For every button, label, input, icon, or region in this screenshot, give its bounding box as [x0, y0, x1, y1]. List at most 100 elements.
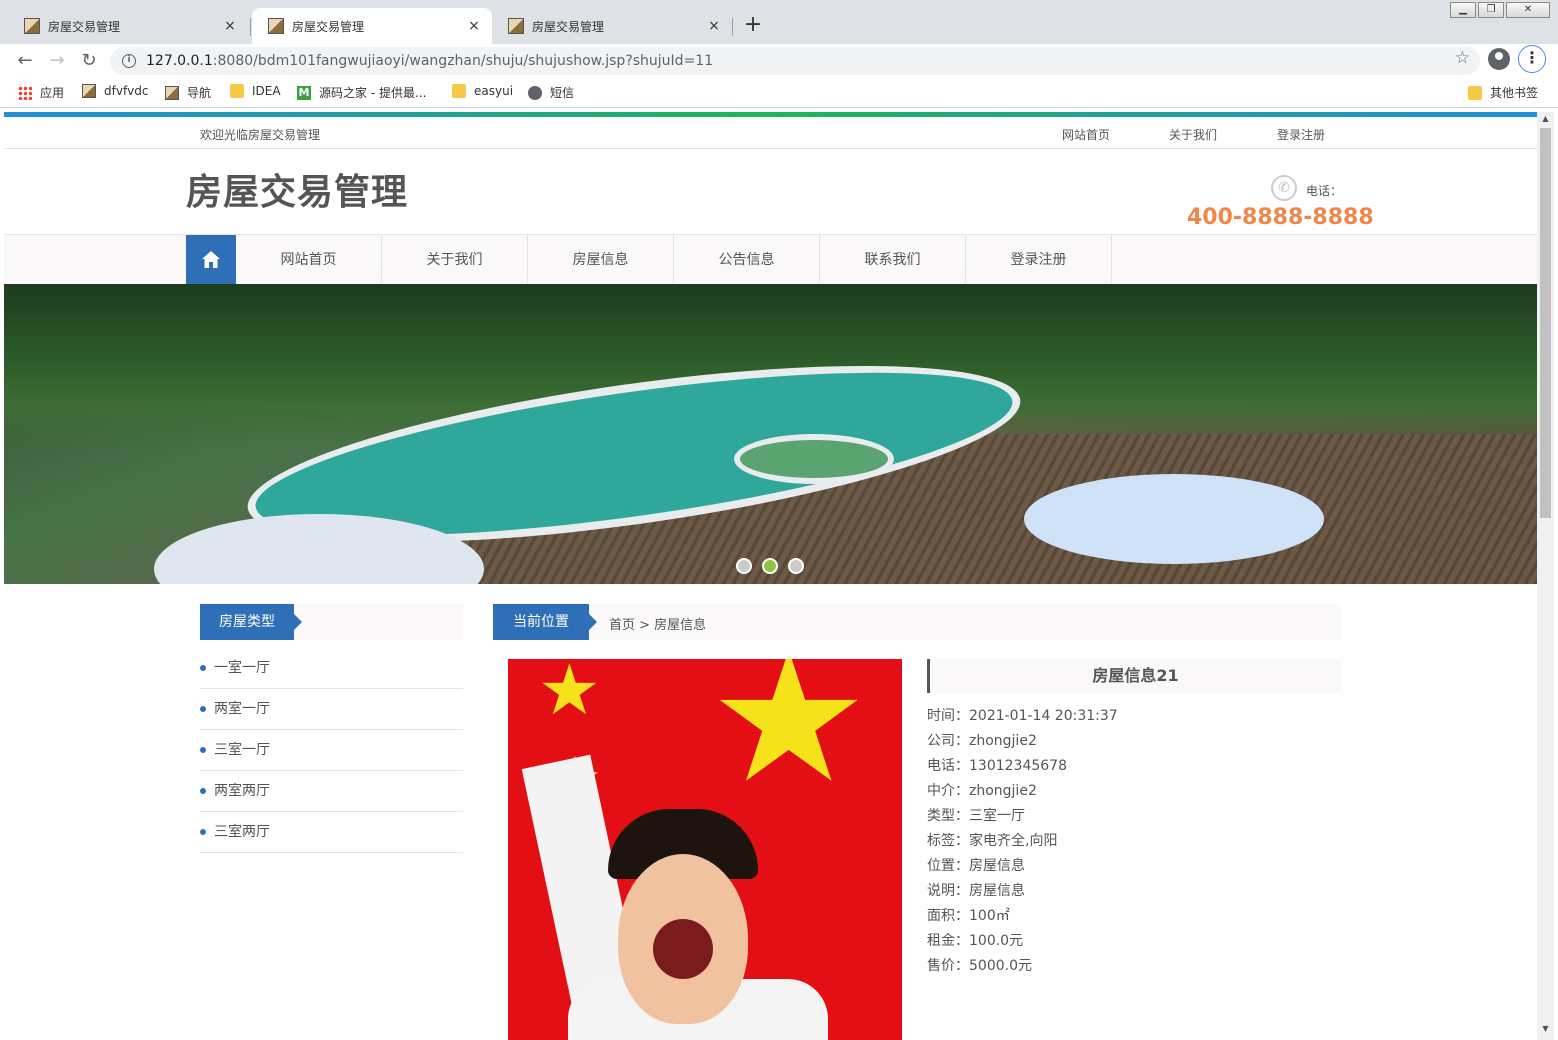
close-icon[interactable]: × — [222, 18, 238, 34]
carousel-dot-active[interactable] — [762, 558, 778, 574]
page-favicon-icon — [82, 84, 96, 98]
browser-menu-icon[interactable]: ⋮ — [1518, 45, 1546, 73]
phone-icon: ✆ — [1271, 175, 1297, 201]
close-icon[interactable]: × — [706, 18, 722, 34]
breadcrumb: 当前位置 首页 > 房屋信息 — [493, 604, 1341, 640]
sidebar-header: 房屋类型 — [200, 604, 463, 640]
hero-banner-image — [4, 284, 1537, 584]
nav-item-houses[interactable]: 房屋信息 — [528, 235, 674, 285]
detail-agent: 中介：zhongjie2 — [927, 783, 1037, 799]
url-input[interactable]: i 127.0.0.1:8080/bdm101fangwujiaoyi/wang… — [110, 47, 1480, 75]
tab-title: 房屋交易管理 — [48, 19, 121, 34]
house-type-list: 一室一厅 两室一厅 三室一厅 两室两厅 三室两厅 — [200, 648, 463, 853]
globe-icon — [528, 85, 542, 100]
detail-rent: 租金：100.0元 — [927, 933, 1024, 949]
account-avatar-icon[interactable] — [1488, 48, 1510, 70]
close-icon[interactable]: × — [466, 18, 482, 34]
window-controls: ▁ ❐ ✕ — [1448, 2, 1550, 18]
nav-item-login[interactable]: 登录注册 — [966, 235, 1112, 285]
carousel-dot[interactable] — [788, 558, 804, 574]
breadcrumb-path[interactable]: 首页 > 房屋信息 — [609, 614, 706, 633]
bookmark-label: dfvfvdc — [104, 84, 149, 98]
page-favicon-icon — [508, 18, 524, 34]
reload-icon[interactable]: ↻ — [78, 50, 100, 72]
toplink-home[interactable]: 网站首页 — [1062, 126, 1110, 143]
sidebar-item[interactable]: 两室两厅 — [200, 771, 463, 812]
maximize-button[interactable]: ❐ — [1478, 2, 1504, 18]
main-nav: 网站首页 关于我们 房屋信息 公告信息 联系我们 登录注册 — [4, 234, 1537, 285]
browser-tab[interactable]: 房屋交易管理 × — [8, 8, 248, 44]
bookmark-label: 源码之家 - 提供最... — [319, 86, 427, 100]
folder-icon — [452, 84, 466, 98]
welcome-text: 欢迎光临房屋交易管理 — [200, 128, 321, 142]
minimize-button[interactable]: ▁ — [1450, 2, 1476, 18]
sidebar-item[interactable]: 两室一厅 — [200, 689, 463, 730]
bookmarks-bar: 应用 dfvfvdc 导航 IDEA M 源码之家 - 提供最... easyui… — [0, 78, 1558, 108]
apps-grid-icon — [18, 85, 32, 100]
tab-title: 房屋交易管理 — [532, 19, 605, 34]
page-favicon-icon — [165, 85, 179, 100]
site-info-icon[interactable]: i — [122, 54, 136, 68]
home-icon — [202, 251, 220, 268]
detail-phone: 电话：13012345678 — [927, 758, 1067, 774]
address-bar-row: ← → ↻ i 127.0.0.1:8080/bdm101fangwujiaoy… — [0, 44, 1558, 78]
banner-hot-tub — [734, 434, 894, 484]
bookmark-label: easyui — [474, 84, 514, 98]
banner-umbrella — [1024, 474, 1324, 564]
tab-title: 房屋交易管理 — [292, 19, 365, 34]
bookmark-item[interactable]: 导航 — [165, 84, 211, 101]
bookmark-other-folder[interactable]: 其他书签 — [1468, 84, 1538, 101]
sidebar-item[interactable]: 一室一厅 — [200, 648, 463, 689]
forward-arrow-icon[interactable]: → — [46, 50, 68, 72]
browser-tab-active[interactable]: 房屋交易管理 × — [252, 8, 492, 44]
nav-item-contact[interactable]: 联系我们 — [820, 235, 966, 285]
site-header: 房屋交易管理 ✆ 电话： 400-8888-8888 — [4, 149, 1537, 235]
browser-tab[interactable]: 房屋交易管理 × — [492, 8, 732, 44]
folder-icon — [1468, 85, 1482, 100]
house-title: 房屋信息21 — [927, 659, 1341, 693]
tab-divider — [250, 18, 251, 36]
phone-label: 电话： — [1306, 184, 1343, 198]
nav-item-notices[interactable]: 公告信息 — [674, 235, 820, 285]
toplink-about[interactable]: 关于我们 — [1169, 126, 1217, 143]
sidebar-title: 房屋类型 — [200, 604, 302, 640]
page-scrollbar[interactable]: ▲ ▼ — [1537, 112, 1554, 1040]
page-favicon-icon — [24, 18, 40, 34]
nav-item-about[interactable]: 关于我们 — [382, 235, 528, 285]
detail-area: 面积：100㎡ — [927, 908, 1010, 924]
bookmark-folder[interactable]: IDEA — [230, 84, 281, 98]
bookmark-label: 其他书签 — [1490, 86, 1539, 100]
detail-tags: 标签：家电齐全,向阳 — [927, 833, 1058, 849]
breadcrumb-label: 当前位置 — [493, 604, 597, 640]
bookmark-apps[interactable]: 应用 — [18, 84, 64, 101]
browser-tab-strip: 房屋交易管理 × 房屋交易管理 × 房屋交易管理 × + ▁ ❐ ✕ — [0, 0, 1558, 44]
nav-item-home[interactable]: 网站首页 — [236, 235, 382, 285]
bookmark-label: 应用 — [40, 86, 65, 100]
site-topbar: 欢迎光临房屋交易管理 网站首页 关于我们 登录注册 — [4, 117, 1537, 149]
carousel-dot[interactable] — [736, 558, 752, 574]
bookmark-star-icon[interactable]: ☆ — [1455, 50, 1470, 67]
scroll-down-icon[interactable]: ▼ — [1537, 1024, 1554, 1038]
scroll-up-icon[interactable]: ▲ — [1537, 114, 1554, 128]
bookmark-label: IDEA — [252, 84, 281, 98]
detail-location: 位置：房屋信息 — [927, 858, 1025, 874]
close-window-button[interactable]: ✕ — [1506, 2, 1550, 18]
new-tab-button[interactable]: + — [740, 12, 766, 38]
bookmark-item[interactable]: M 源码之家 - 提供最... — [297, 84, 426, 101]
page-favicon-icon — [268, 18, 284, 34]
detail-time: 时间：2021-01-14 20:31:37 — [927, 708, 1118, 724]
sidebar-item[interactable]: 三室两厅 — [200, 812, 463, 853]
site-logo[interactable]: 房屋交易管理 — [186, 163, 408, 215]
scrollbar-thumb[interactable] — [1540, 128, 1551, 518]
tab-divider — [732, 18, 733, 36]
detail-description: 说明：房屋信息 — [927, 883, 1025, 899]
back-arrow-icon[interactable]: ← — [14, 50, 36, 72]
sidebar-item[interactable]: 三室一厅 — [200, 730, 463, 771]
bookmark-folder[interactable]: easyui — [452, 84, 513, 98]
house-details: 时间：2021-01-14 20:31:37 公司：zhongjie2 电话：1… — [927, 704, 1118, 979]
bookmark-item[interactable]: 短信 — [528, 84, 574, 101]
nav-home-button[interactable] — [186, 235, 236, 285]
toplink-login[interactable]: 登录注册 — [1277, 126, 1325, 143]
bookmark-item[interactable]: dfvfvdc — [82, 84, 148, 98]
page-viewport: 欢迎光临房屋交易管理 网站首页 关于我们 登录注册 房屋交易管理 ✆ 电话： 4… — [4, 112, 1537, 1040]
